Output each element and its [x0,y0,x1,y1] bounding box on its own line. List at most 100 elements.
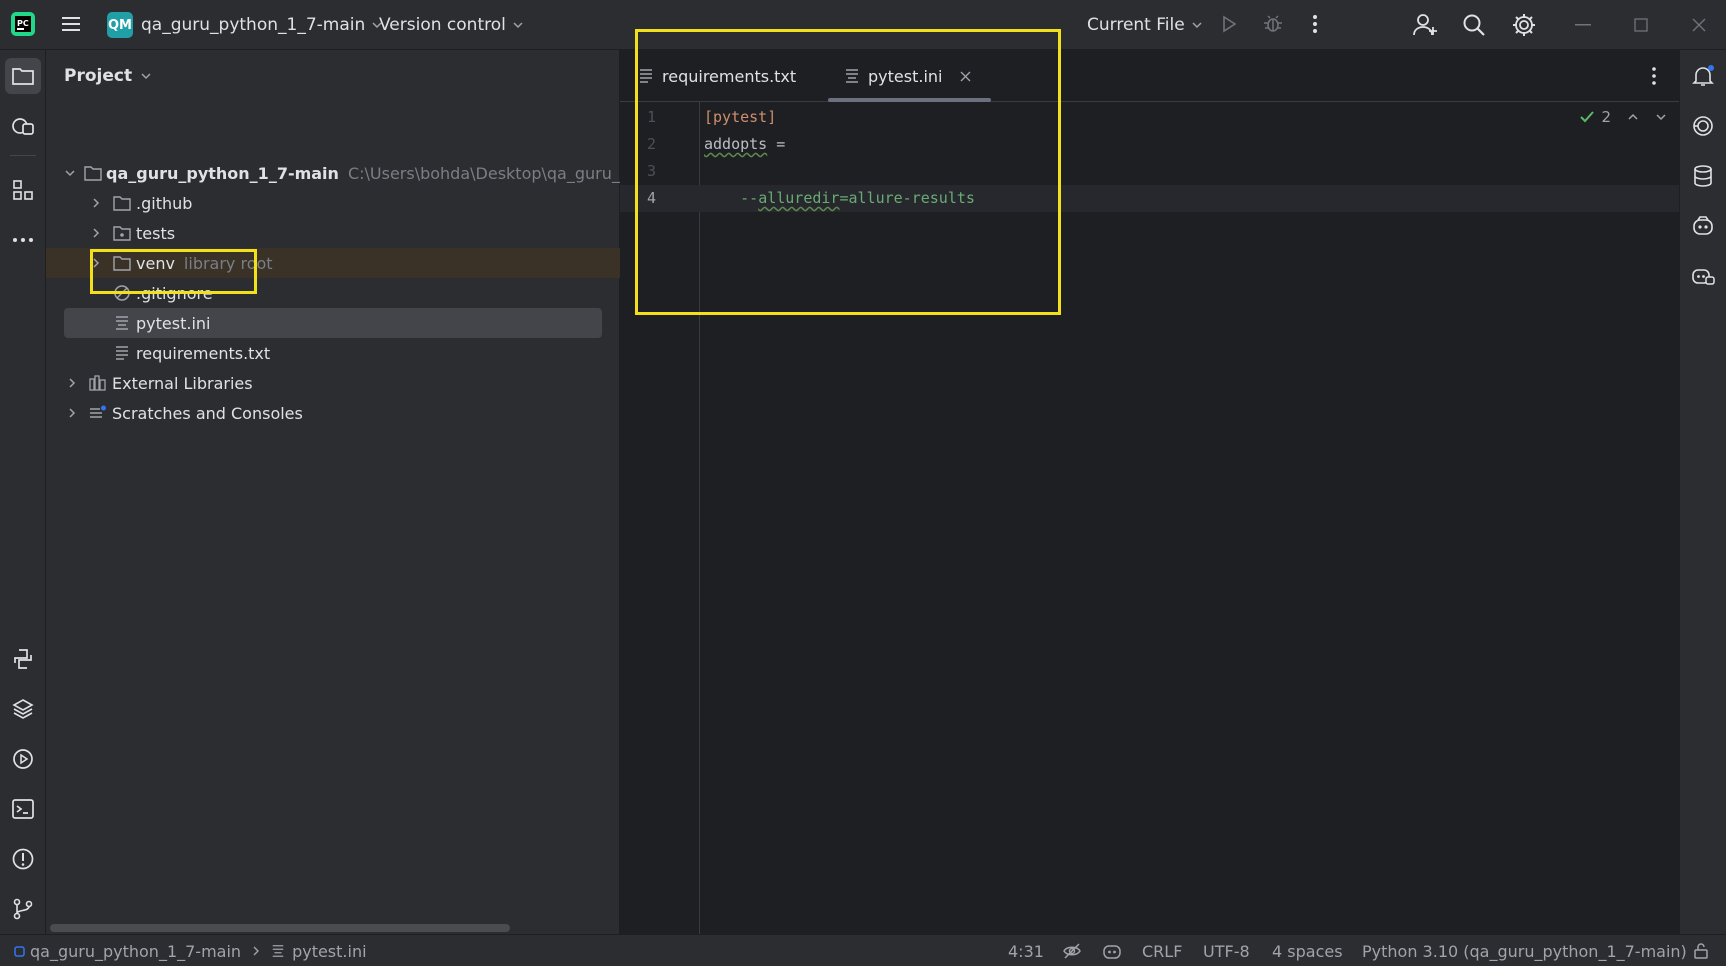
tab-pytest-ini[interactable]: pytest.ini [827,50,993,102]
project-name: qa_guru_python_1_7-main [141,15,366,35]
run-config-selector[interactable]: Current File [1087,15,1203,35]
ini-section: [pytest] [704,108,777,126]
tab-requirements-txt[interactable]: requirements.txt [638,50,796,102]
tree-item-requirements[interactable]: requirements.txt [46,338,620,368]
maximize-icon[interactable] [1634,18,1648,32]
title-bar: PC QM qa_guru_python_1_7-main Version co… [0,0,1726,50]
chevron-down-icon [141,73,151,80]
version-control-menu[interactable]: Version control [379,15,524,35]
tree-item-label: External Libraries [112,373,253,393]
eye-slash-icon[interactable] [1062,935,1082,966]
structure-tool-button[interactable] [5,172,41,208]
problems-icon [12,848,34,870]
read-only-lock-icon[interactable] [1692,935,1710,966]
database-icon [1694,165,1712,187]
chevron-up-icon[interactable] [1627,111,1639,123]
root-folder-name: qa_guru_python_1_7-main [106,163,339,183]
project-switcher[interactable]: QM qa_guru_python_1_7-main [107,12,383,38]
breadcrumb-file[interactable]: pytest.ini [292,942,366,961]
indent-setting[interactable]: 4 spaces [1272,935,1343,966]
ini-value-flag: alluredir [758,189,840,207]
terminal-icon [12,799,34,819]
tree-item-label: pytest.ini [136,313,211,333]
status-bar: qa_guru_python_1_7-main pytest.ini 4:31 … [0,934,1726,966]
strip-divider [10,155,36,156]
notifications-tool-button[interactable] [1685,58,1721,94]
ini-equals: = [767,135,786,153]
problems-tool-button[interactable] [5,841,41,877]
tree-item-label: .gitignore [136,283,213,303]
code-line-4[interactable]: 4 --alluredir=allure-results [620,185,1679,212]
tree-item-pytest-ini[interactable]: pytest.ini [46,308,620,338]
tab-label: requirements.txt [662,66,797,86]
code-line-1[interactable]: 1 [pytest] [620,104,1679,131]
python-packages-icon [12,118,34,135]
python-console-icon [14,649,32,669]
more-tools-button[interactable] [5,222,41,258]
layers-tool-button[interactable] [5,691,41,727]
tree-item-github[interactable]: .github [46,188,620,218]
copilot-chat-tool-button[interactable] [1685,258,1721,294]
project-panel-header[interactable]: Project [64,66,152,86]
horizontal-scrollbar[interactable] [50,924,510,932]
tree-item-scratches[interactable]: Scratches and Consoles [46,398,620,428]
chevron-down-icon[interactable] [1655,111,1667,123]
chevron-down-icon[interactable] [64,167,76,179]
editor-area: requirements.txt pytest.ini 1 [pytest] 2… [620,50,1679,934]
file-encoding[interactable]: UTF-8 [1203,935,1250,966]
project-tool-button[interactable] [5,58,41,94]
code-text: addopts = [704,135,785,153]
structure-icon [13,180,33,200]
run-config-label: Current File [1087,15,1185,35]
python-packages-tool-button[interactable] [5,108,41,144]
database-tool-button[interactable] [1685,158,1721,194]
run-icon[interactable] [1219,14,1239,34]
copilot-chat-icon [1692,269,1715,285]
breadcrumb: qa_guru_python_1_7-main pytest.ini [14,935,367,966]
code-line-2[interactable]: 2 addopts = [620,131,1679,158]
debug-icon[interactable] [1262,13,1284,35]
main-menu-icon[interactable] [60,13,82,35]
ignore-file-icon [112,283,132,303]
tree-item-gitignore[interactable]: .gitignore [46,278,620,308]
line-separator[interactable]: CRLF [1142,935,1182,966]
inspection-widget[interactable]: 2 [1579,108,1667,126]
tab-options-more-icon[interactable] [1651,66,1657,86]
python-interpreter[interactable]: Python 3.10 (qa_guru_python_1_7-main) [1362,935,1687,966]
ai-assistant-tool-button[interactable] [1685,108,1721,144]
line-separator-label: CRLF [1142,941,1183,961]
more-vertical-icon[interactable] [1305,13,1325,35]
chevron-right-icon[interactable] [88,197,104,209]
terminal-tool-button[interactable] [5,791,41,827]
git-tool-button[interactable] [5,891,41,927]
close-tab-icon[interactable] [960,71,971,82]
code-line-3[interactable]: 3 [620,158,1679,185]
chevron-right-icon[interactable] [88,227,104,239]
chevron-right-icon[interactable] [64,407,80,419]
search-icon[interactable] [1462,13,1486,37]
tree-item-tests[interactable]: tests [46,218,620,248]
line-number: 1 [646,108,656,126]
tree-root[interactable]: qa_guru_python_1_7-main C:\Users\bohda\D… [46,158,630,188]
minimize-icon[interactable] [1575,24,1591,26]
copilot-tool-button[interactable] [1685,208,1721,244]
folder-icon [112,193,132,213]
tree-item-external-libraries[interactable]: External Libraries [46,368,620,398]
settings-gear-icon[interactable] [1511,12,1537,38]
copilot-status-icon[interactable] [1102,935,1122,966]
indent-setting-label: 4 spaces [1272,941,1343,961]
breadcrumb-project[interactable]: qa_guru_python_1_7-main [30,942,241,961]
copilot-icon [1693,216,1713,235]
pycharm-logo-icon[interactable]: PC [10,11,36,37]
close-icon[interactable] [1692,18,1706,32]
caret-position[interactable]: 4:31 [1008,935,1044,966]
chevron-right-icon[interactable] [64,377,80,389]
layers-icon [12,699,34,719]
tree-item-venv[interactable]: venv library root [46,248,620,278]
add-user-icon[interactable] [1412,12,1438,38]
chevron-right-icon[interactable] [88,257,104,269]
code-text: [pytest] [704,108,776,126]
root-folder-path: C:\Users\bohda\Desktop\qa_guru_p [347,163,631,183]
python-console-tool-button[interactable] [5,641,41,677]
services-tool-button[interactable] [5,741,41,777]
